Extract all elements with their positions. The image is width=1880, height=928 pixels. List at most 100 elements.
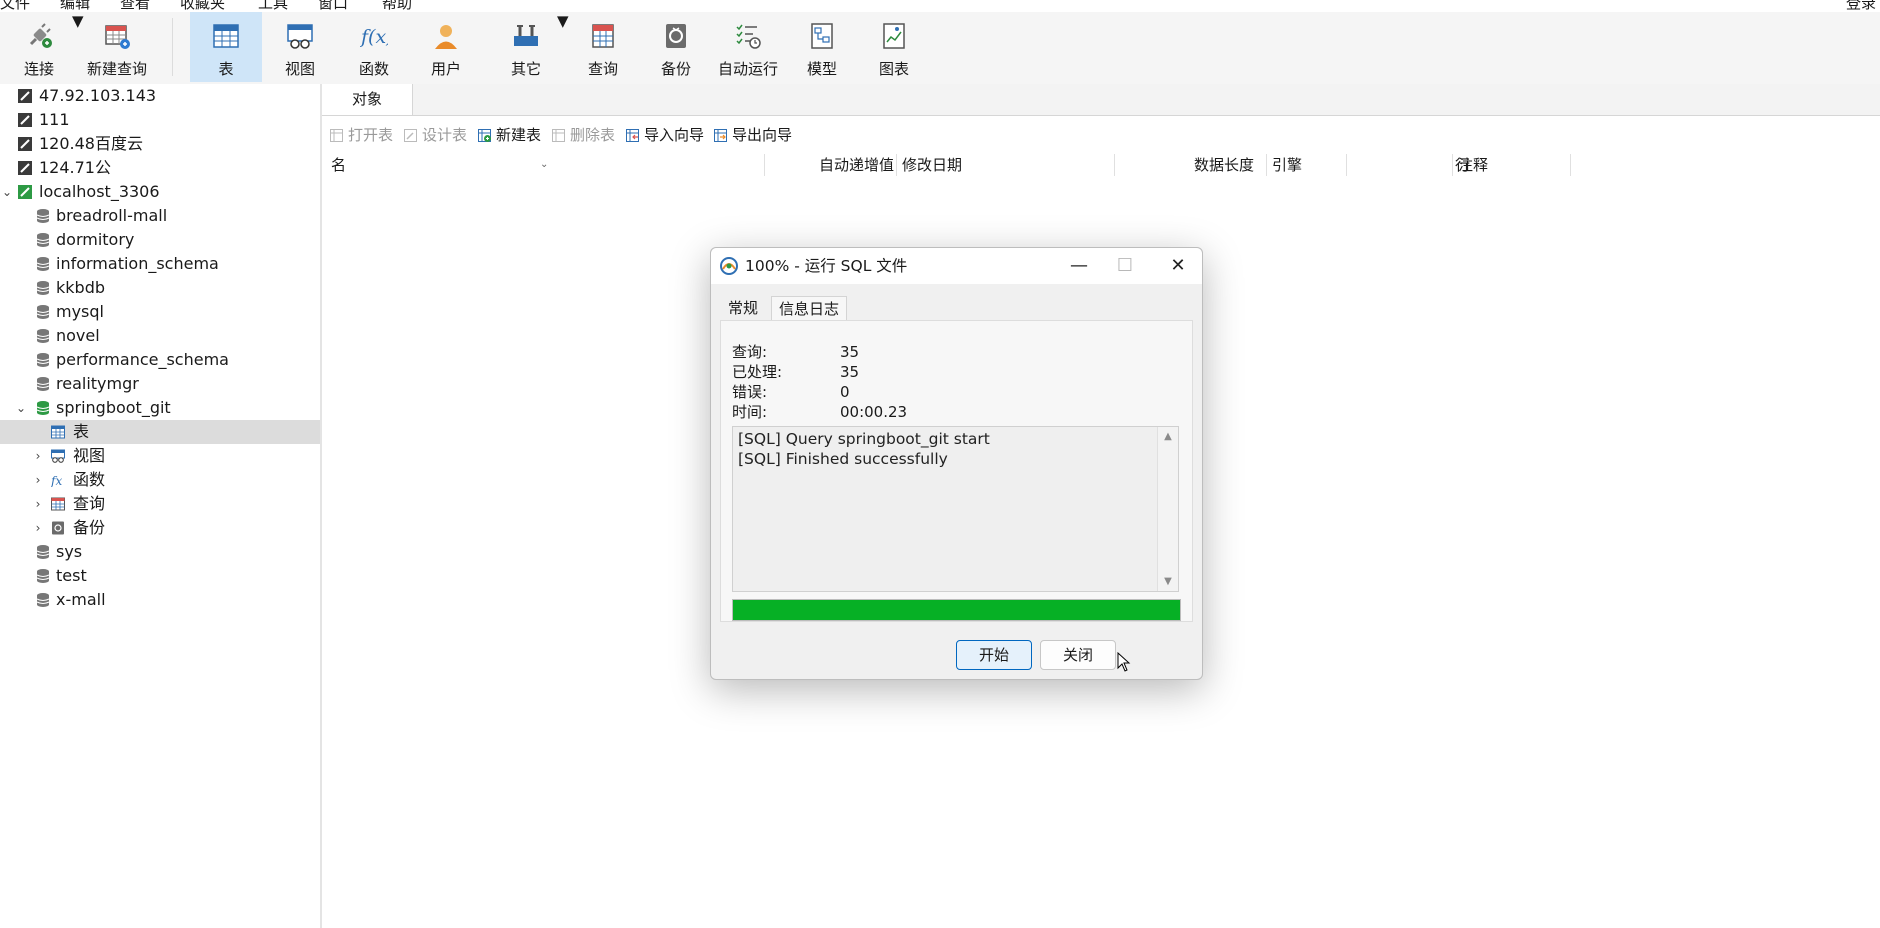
tree-db-realitymgr[interactable]: realitymgr bbox=[0, 372, 320, 396]
toolbar-new-query-button[interactable]: 新建查询 bbox=[82, 12, 152, 82]
tree-db-x-mall[interactable]: x-mall bbox=[0, 588, 320, 612]
toolbar-separator bbox=[172, 18, 173, 76]
tree-db-performance-schema[interactable]: performance_schema bbox=[0, 348, 320, 372]
tree-db-sys[interactable]: sys bbox=[0, 540, 320, 564]
column-modified-date[interactable]: 修改日期 bbox=[902, 152, 962, 178]
delete-table-icon bbox=[552, 129, 565, 142]
toolbar-user-button[interactable]: 用户 bbox=[410, 12, 482, 82]
navicat-logo-icon bbox=[720, 257, 738, 275]
maximize-button[interactable]: ☐ bbox=[1102, 248, 1148, 284]
tree-db-springboot-git[interactable]: ⌄ springboot_git bbox=[0, 396, 320, 420]
connection-icon bbox=[18, 137, 32, 151]
tree-connection-111[interactable]: 111 bbox=[0, 108, 320, 132]
stat-value-errors: 0 bbox=[840, 383, 850, 401]
scroll-down-icon[interactable]: ▼ bbox=[1158, 576, 1178, 587]
database-icon bbox=[36, 569, 50, 583]
export-icon bbox=[714, 129, 727, 142]
scroll-up-icon[interactable]: ▲ bbox=[1158, 431, 1178, 442]
menu-bar: 文件 编辑 查看 收藏夹 工具 窗口 帮助 登录 bbox=[0, 0, 1880, 12]
toolbar-view-button[interactable]: 视图 bbox=[264, 12, 336, 82]
tab-message-log[interactable]: 信息日志 bbox=[771, 296, 847, 321]
column-name[interactable]: 名 bbox=[331, 152, 346, 178]
minimize-button[interactable]: — bbox=[1056, 248, 1102, 284]
close-button[interactable]: 关闭 bbox=[1040, 640, 1116, 670]
table-icon bbox=[213, 24, 239, 48]
chevron-right-icon[interactable]: › bbox=[31, 468, 45, 492]
query-icon bbox=[51, 497, 65, 511]
toolbar-chart-button[interactable]: 图表 bbox=[858, 12, 930, 82]
database-icon bbox=[36, 209, 50, 223]
log-scrollbar[interactable]: ▲ ▼ bbox=[1157, 427, 1178, 591]
toolbar-backup-button[interactable]: 备份 bbox=[640, 12, 712, 82]
tree-node-views[interactable]: › 视图 bbox=[0, 444, 320, 468]
toolbar-other-button[interactable]: 其它 bbox=[490, 12, 562, 82]
tree-connection-124-71[interactable]: 124.71公 bbox=[0, 156, 320, 180]
tree-db-information-schema[interactable]: information_schema bbox=[0, 252, 320, 276]
main-toolbar: 连接 ▼ 新建查询 表 视图 f(x) 函数 bbox=[0, 12, 1880, 85]
tree-db-novel[interactable]: novel bbox=[0, 324, 320, 348]
automation-icon bbox=[736, 24, 761, 49]
tab-objects[interactable]: 对象 bbox=[322, 84, 413, 115]
tree-db-dormitory[interactable]: dormitory bbox=[0, 228, 320, 252]
toolbar-table-button[interactable]: 表 bbox=[190, 12, 262, 82]
tree-node-tables[interactable]: 表 bbox=[0, 420, 320, 444]
chevron-down-icon[interactable]: ⌄ bbox=[0, 180, 14, 204]
toolbar-query-button[interactable]: 查询 bbox=[567, 12, 639, 82]
object-action-bar: 打开表 设计表 新建表 删除表 导入向导 导出向导 bbox=[322, 122, 1880, 148]
stat-value-processed: 35 bbox=[840, 363, 860, 381]
open-table-icon bbox=[330, 129, 343, 142]
log-output[interactable]: [SQL] Query springboot_git start [SQL] F… bbox=[732, 426, 1179, 592]
view-icon bbox=[287, 24, 313, 49]
tree-connection-localhost[interactable]: ⌄ localhost_3306 bbox=[0, 180, 320, 204]
database-icon bbox=[36, 233, 50, 247]
database-icon bbox=[36, 305, 50, 319]
database-icon bbox=[36, 257, 50, 271]
column-data-length[interactable]: 数据长度 bbox=[1114, 152, 1254, 178]
tree-db-kkbdb[interactable]: kkbdb bbox=[0, 276, 320, 300]
column-auto-increment[interactable]: 自动递增值 bbox=[764, 152, 894, 178]
database-icon bbox=[36, 593, 50, 607]
svg-text:fx: fx bbox=[51, 474, 62, 487]
stat-value-time: 00:00.23 bbox=[840, 403, 908, 421]
column-divider bbox=[896, 154, 897, 176]
tree-db-mysql[interactable]: mysql bbox=[0, 300, 320, 324]
tree-db-test[interactable]: test bbox=[0, 564, 320, 588]
chevron-right-icon[interactable]: › bbox=[31, 492, 45, 516]
table-column-header: 名 ⌄ 自动递增值 修改日期 数据长度 引擎 行 注释 bbox=[322, 152, 1880, 178]
plug-icon bbox=[29, 23, 52, 48]
chevron-down-icon[interactable]: ⌄ bbox=[14, 396, 28, 420]
tree-db-breadroll-mall[interactable]: breadroll-mall bbox=[0, 204, 320, 228]
query-icon bbox=[592, 24, 614, 48]
model-icon bbox=[811, 23, 833, 49]
column-comment[interactable]: 注释 bbox=[1458, 152, 1488, 178]
tree-connection-120-48[interactable]: 120.48百度云 bbox=[0, 132, 320, 156]
connection-icon bbox=[18, 113, 32, 127]
chevron-right-icon[interactable]: › bbox=[31, 516, 45, 540]
chevron-right-icon[interactable]: › bbox=[31, 444, 45, 468]
tree-node-backups[interactable]: › 备份 bbox=[0, 516, 320, 540]
dialog-title-bar[interactable]: 100% - 运行 SQL 文件 — ☐ ✕ bbox=[711, 248, 1202, 284]
stat-label-queries: 查询: bbox=[732, 343, 768, 361]
chart-icon bbox=[883, 23, 905, 49]
toolbar-connect-button[interactable]: 连接 bbox=[8, 12, 70, 82]
view-icon bbox=[51, 449, 65, 463]
new-table-icon bbox=[478, 129, 491, 142]
backup-icon bbox=[52, 521, 64, 535]
database-open-icon bbox=[36, 401, 50, 415]
toolbar-automation-button[interactable]: 自动运行 bbox=[712, 12, 784, 82]
tree-node-functions[interactable]: › fx 函数 bbox=[0, 468, 320, 492]
close-window-button[interactable]: ✕ bbox=[1155, 248, 1201, 284]
log-line: [SQL] Query springboot_git start bbox=[738, 430, 990, 448]
tree-connection-47-92-103-143[interactable]: 47.92.103.143 bbox=[0, 84, 320, 108]
column-engine[interactable]: 引擎 bbox=[1272, 152, 1302, 178]
design-table-icon bbox=[404, 129, 417, 142]
column-divider bbox=[1452, 154, 1453, 176]
log-line: [SQL] Finished successfully bbox=[738, 450, 948, 468]
start-button[interactable]: 开始 bbox=[956, 640, 1032, 670]
toolbar-function-button[interactable]: f(x) 函数 bbox=[338, 12, 410, 82]
tab-general[interactable]: 常规 bbox=[720, 296, 766, 320]
sort-indicator-icon: ⌄ bbox=[540, 159, 549, 170]
connection-icon bbox=[18, 89, 32, 103]
toolbar-model-button[interactable]: 模型 bbox=[786, 12, 858, 82]
tree-node-queries[interactable]: › 查询 bbox=[0, 492, 320, 516]
